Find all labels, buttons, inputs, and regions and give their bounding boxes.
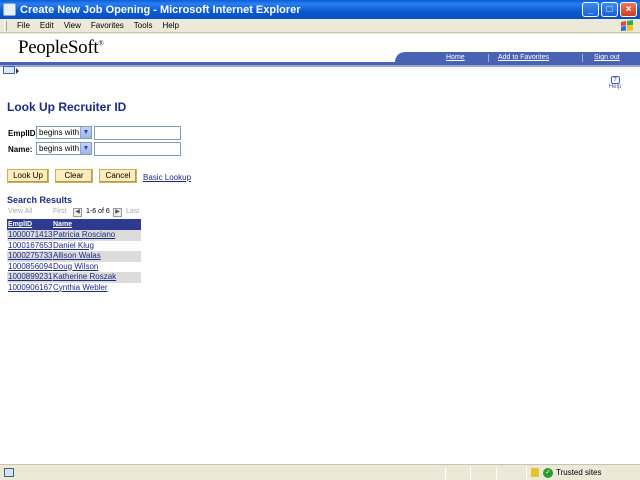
table-row[interactable]: 1000899231 Katherine Roszak <box>7 272 141 283</box>
menu-file[interactable]: File <box>12 21 35 30</box>
trusted-check-icon: ✓ <box>543 468 553 478</box>
column-header-name[interactable]: Name <box>53 219 141 230</box>
page-title: Look Up Recruiter ID <box>7 100 127 114</box>
emplid-link[interactable]: 1000275733 <box>7 251 53 262</box>
next-arrow-icon[interactable]: ▶ <box>113 208 122 217</box>
maximize-button[interactable]: □ <box>601 2 618 17</box>
toolbar-grip <box>4 20 7 31</box>
name-input[interactable] <box>94 142 181 156</box>
chevron-down-icon: ▼ <box>80 143 91 154</box>
menu-favorites[interactable]: Favorites <box>86 21 129 30</box>
windows-logo-icon <box>621 20 633 31</box>
menu-bar: File Edit View Favorites Tools Help <box>0 19 640 33</box>
header-band-light <box>0 65 640 67</box>
home-link[interactable]: Home <box>446 54 465 61</box>
window-title: Create New Job Opening - Microsoft Inter… <box>20 3 301 16</box>
chevron-down-icon: ▼ <box>80 127 91 138</box>
name-link[interactable]: Katherine Roszak <box>53 272 141 283</box>
help-icon: ? <box>610 76 620 84</box>
security-zone: Trusted sites <box>556 468 602 477</box>
ie-icon <box>3 3 16 16</box>
page-done-icon <box>4 468 14 477</box>
table-row[interactable]: 1000856094 Doug Wilson <box>7 262 141 273</box>
nav-separator <box>582 54 583 62</box>
menu-help[interactable]: Help <box>157 21 183 30</box>
results-counter: 1-6 of 6 <box>86 208 110 215</box>
first-link[interactable]: First <box>53 208 67 215</box>
name-link[interactable]: Doug Wilson <box>53 262 141 273</box>
browser-content: PeopleSoft® Home Add to Favorites Sign o… <box>0 34 640 464</box>
menu-toggle-icon[interactable] <box>3 66 19 74</box>
help-link[interactable]: ? Help <box>608 76 622 90</box>
table-row[interactable]: 1000167653 Daniel Klug <box>7 241 141 252</box>
emplid-link[interactable]: 1000167653 <box>7 241 53 252</box>
table-row[interactable]: 1000275733 Allison Walas <box>7 251 141 262</box>
menu-edit[interactable]: Edit <box>35 21 59 30</box>
emplid-link[interactable]: 1000071413 <box>7 230 53 241</box>
add-to-favorites-link[interactable]: Add to Favorites <box>498 54 549 61</box>
view-all-link[interactable]: View All <box>8 208 32 215</box>
sign-out-link[interactable]: Sign out <box>594 54 620 61</box>
minimize-button[interactable]: _ <box>582 2 599 17</box>
status-bar: ✓ Trusted sites <box>0 464 640 480</box>
grid-header: EmplID Name <box>7 219 141 230</box>
menu-view[interactable]: View <box>59 21 86 30</box>
table-row[interactable]: 1000071413 Patricia Rosciano <box>7 230 141 241</box>
table-row[interactable]: 1000906167 Cynthia Webler <box>7 283 141 294</box>
menu-tools[interactable]: Tools <box>129 21 158 30</box>
results-grid: EmplID Name 1000071413 Patricia Rosciano… <box>7 219 141 293</box>
previous-arrow-icon[interactable]: ◀ <box>73 208 82 217</box>
search-results-title: Search Results <box>7 195 73 205</box>
cancel-button[interactable]: Cancel <box>99 169 137 183</box>
emplid-operator-select[interactable]: begins with ▼ <box>36 126 92 139</box>
nav-separator <box>488 54 489 62</box>
peoplesoft-header: PeopleSoft® Home Add to Favorites Sign o… <box>0 34 640 62</box>
column-header-emplid[interactable]: EmplID <box>7 219 53 230</box>
look-up-button[interactable]: Look Up <box>7 169 49 183</box>
emplid-link[interactable]: 1000899231 <box>7 272 53 283</box>
clear-button[interactable]: Clear <box>55 169 93 183</box>
last-link[interactable]: Last <box>126 208 139 215</box>
window-title-bar: Create New Job Opening - Microsoft Inter… <box>0 0 640 19</box>
emplid-input[interactable] <box>94 126 181 140</box>
emplid-label: EmplID: <box>8 129 39 138</box>
name-link[interactable]: Daniel Klug <box>53 241 141 252</box>
name-label: Name: <box>8 145 33 154</box>
lock-icon <box>531 468 539 477</box>
emplid-link[interactable]: 1000856094 <box>7 262 53 273</box>
close-button[interactable]: × <box>620 2 637 17</box>
name-operator-select[interactable]: begins with ▼ <box>36 142 92 155</box>
emplid-link[interactable]: 1000906167 <box>7 283 53 294</box>
basic-lookup-link[interactable]: Basic Lookup <box>143 173 191 182</box>
name-link[interactable]: Patricia Rosciano <box>53 230 141 241</box>
name-link[interactable]: Cynthia Webler <box>53 283 141 294</box>
status-separator <box>526 467 527 479</box>
peoplesoft-logo: PeopleSoft® <box>18 37 104 58</box>
status-separator <box>496 467 497 479</box>
name-link[interactable]: Allison Walas <box>53 251 141 262</box>
status-separator <box>445 467 446 479</box>
status-separator <box>470 467 471 479</box>
